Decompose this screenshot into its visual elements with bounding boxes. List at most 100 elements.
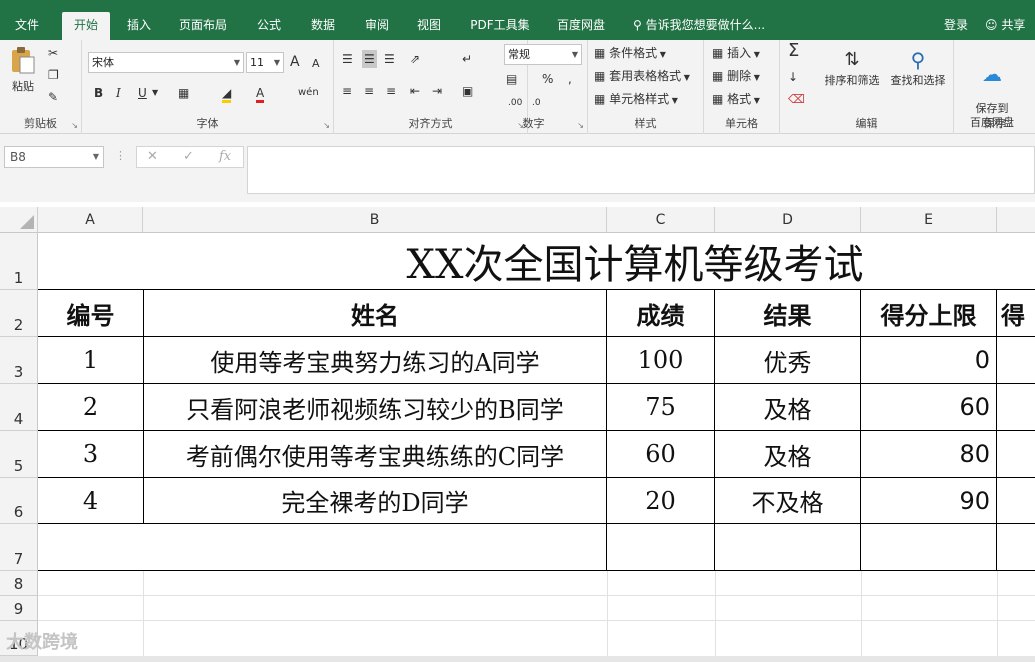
comma-button[interactable]: , — [568, 70, 572, 88]
chevron-down-icon[interactable]: ▼ — [152, 84, 158, 102]
number-launcher-icon[interactable]: ↘ — [577, 121, 584, 130]
cell-score[interactable]: 60 — [607, 431, 714, 477]
cell-id[interactable]: 2 — [38, 384, 143, 430]
tab-data[interactable]: 数据 — [302, 12, 344, 40]
underline-button[interactable]: U — [138, 84, 147, 102]
sheet-title[interactable]: XX次全国计算机等级考试 — [300, 233, 970, 289]
tab-pdf-tools[interactable]: PDF工具集 — [462, 12, 538, 40]
formula-input[interactable] — [247, 146, 1035, 194]
row-header-8[interactable]: 8 — [0, 571, 38, 596]
row-header-9[interactable]: 9 — [0, 596, 38, 621]
number-format-combo[interactable]: 常规 ▼ — [504, 44, 582, 65]
row-header-4[interactable]: 4 — [0, 384, 38, 431]
clear-icon[interactable]: ⌫ — [788, 90, 805, 108]
insert-function-icon[interactable]: fx — [219, 148, 231, 166]
fill-icon[interactable]: ↓ — [788, 68, 798, 86]
format-as-table-button[interactable]: ▦ 套用表格格式 ▼ — [594, 67, 690, 87]
tab-file[interactable]: 文件 — [4, 12, 50, 40]
find-select-button[interactable]: ⚲ 查找和选择 — [886, 46, 950, 88]
format-cells-button[interactable]: ▦ 格式 ▼ — [712, 90, 760, 110]
row-header-5[interactable]: 5 — [0, 431, 38, 478]
clipboard-launcher-icon[interactable]: ↘ — [71, 121, 78, 130]
align-bottom-icon[interactable]: ☰ — [384, 50, 395, 68]
orientation-icon[interactable]: ⇗ — [410, 50, 420, 68]
cell-id[interactable]: 4 — [38, 478, 143, 523]
tab-home[interactable]: 开始 — [62, 12, 110, 40]
header-id[interactable]: 编号 — [38, 290, 143, 336]
tab-insert[interactable]: 插入 — [118, 12, 160, 40]
cancel-icon[interactable]: ✕ — [147, 148, 158, 166]
cell-id[interactable]: 3 — [38, 431, 143, 477]
font-family-combo[interactable]: 宋体 ▼ — [88, 52, 244, 73]
row-header-7[interactable]: 7 — [0, 524, 38, 571]
row-header-2[interactable]: 2 — [0, 290, 38, 337]
paste-button[interactable]: 粘贴 — [6, 46, 40, 94]
login-link[interactable]: 登录 — [944, 12, 968, 38]
cell-name[interactable]: 完全裸考的D同学 — [144, 478, 606, 523]
fill-color-icon[interactable]: ◢ — [222, 84, 232, 103]
check-icon[interactable]: ✓ — [183, 148, 194, 166]
align-center-icon[interactable]: ≡ — [364, 82, 374, 100]
sort-filter-button[interactable]: ⇅ 排序和筛选 — [820, 46, 884, 88]
borders-icon[interactable]: ▦ — [178, 84, 189, 102]
tab-page-layout[interactable]: 页面布局 — [172, 12, 234, 40]
cell-score[interactable]: 100 — [607, 337, 714, 383]
align-top-icon[interactable]: ☰ — [342, 50, 353, 68]
worksheet-grid[interactable]: A B C D E 1 2 3 4 5 6 7 8 9 10 XX次全国计算机等… — [0, 202, 1035, 662]
cell-score[interactable]: 20 — [607, 478, 714, 523]
wrap-text-icon[interactable]: ↵ — [462, 50, 472, 68]
cell-score-limit[interactable]: 80 — [861, 431, 996, 477]
delete-cells-button[interactable]: ▦ 删除 ▼ — [712, 67, 760, 87]
share-button[interactable]: ☺ 共享 — [985, 12, 1025, 38]
cell-name[interactable]: 使用等考宝典努力练习的A同学 — [144, 337, 606, 383]
tab-baidu-netdisk[interactable]: 百度网盘 — [550, 12, 612, 40]
cell-name[interactable]: 只看阿浪老师视频练习较少的B同学 — [144, 384, 606, 430]
align-middle-icon[interactable]: ☰ — [362, 50, 377, 68]
tell-me-box[interactable]: ⚲ 告诉我您想要做什么... — [633, 12, 765, 38]
column-header-f[interactable] — [997, 207, 1035, 233]
tab-view[interactable]: 视图 — [408, 12, 450, 40]
header-score-limit[interactable]: 得分上限 — [861, 290, 996, 336]
column-header-a[interactable]: A — [38, 207, 143, 233]
font-size-combo[interactable]: 11 ▼ — [246, 52, 284, 73]
column-header-d[interactable]: D — [715, 207, 861, 233]
header-result[interactable]: 结果 — [715, 290, 860, 336]
italic-button[interactable]: I — [116, 84, 121, 102]
autosum-icon[interactable]: Σ — [788, 42, 799, 60]
percent-button[interactable]: % — [542, 70, 553, 88]
font-launcher-icon[interactable]: ↘ — [323, 121, 330, 130]
tab-formulas[interactable]: 公式 — [248, 12, 290, 40]
column-header-c[interactable]: C — [607, 207, 715, 233]
copy-icon[interactable]: ❐ — [48, 66, 59, 84]
cell-id[interactable]: 1 — [38, 337, 143, 383]
merge-center-icon[interactable]: ▣ — [462, 82, 473, 100]
row-header-1[interactable]: 1 — [0, 233, 38, 290]
shrink-font-button[interactable]: A — [312, 55, 320, 73]
bold-button[interactable]: B — [94, 84, 103, 102]
align-left-icon[interactable]: ≡ — [342, 82, 352, 100]
conditional-format-button[interactable]: ▦ 条件格式 ▼ — [594, 44, 666, 64]
select-all-corner[interactable] — [0, 207, 38, 233]
header-score[interactable]: 成绩 — [607, 290, 714, 336]
cell-score-limit[interactable]: 60 — [861, 384, 996, 430]
cell-name[interactable]: 考前偶尔使用等考宝典练练的C同学 — [144, 431, 606, 477]
increase-indent-icon[interactable]: ⇥ — [432, 82, 442, 100]
cell-result[interactable]: 及格 — [715, 384, 860, 430]
cell-result[interactable]: 优秀 — [715, 337, 860, 383]
cell-score[interactable]: 75 — [607, 384, 714, 430]
cell-result[interactable]: 不及格 — [715, 478, 860, 523]
row-header-3[interactable]: 3 — [0, 337, 38, 384]
header-f-partial[interactable]: 得 — [997, 290, 1035, 336]
cell-result[interactable]: 及格 — [715, 431, 860, 477]
column-header-e[interactable]: E — [861, 207, 997, 233]
decrease-indent-icon[interactable]: ⇤ — [410, 82, 420, 100]
column-header-b[interactable]: B — [143, 207, 607, 233]
cell-score-limit[interactable]: 0 — [861, 337, 996, 383]
tab-review[interactable]: 审阅 — [356, 12, 398, 40]
cell-score-limit[interactable]: 90 — [861, 478, 996, 523]
currency-icon[interactable]: ▤ — [506, 70, 517, 88]
cell-styles-button[interactable]: ▦ 单元格样式 ▼ — [594, 90, 678, 110]
decrease-decimal-icon[interactable]: .0 — [532, 94, 541, 112]
name-box[interactable]: B8 ▼ — [4, 146, 104, 168]
insert-cells-button[interactable]: ▦ 插入 ▼ — [712, 44, 760, 64]
